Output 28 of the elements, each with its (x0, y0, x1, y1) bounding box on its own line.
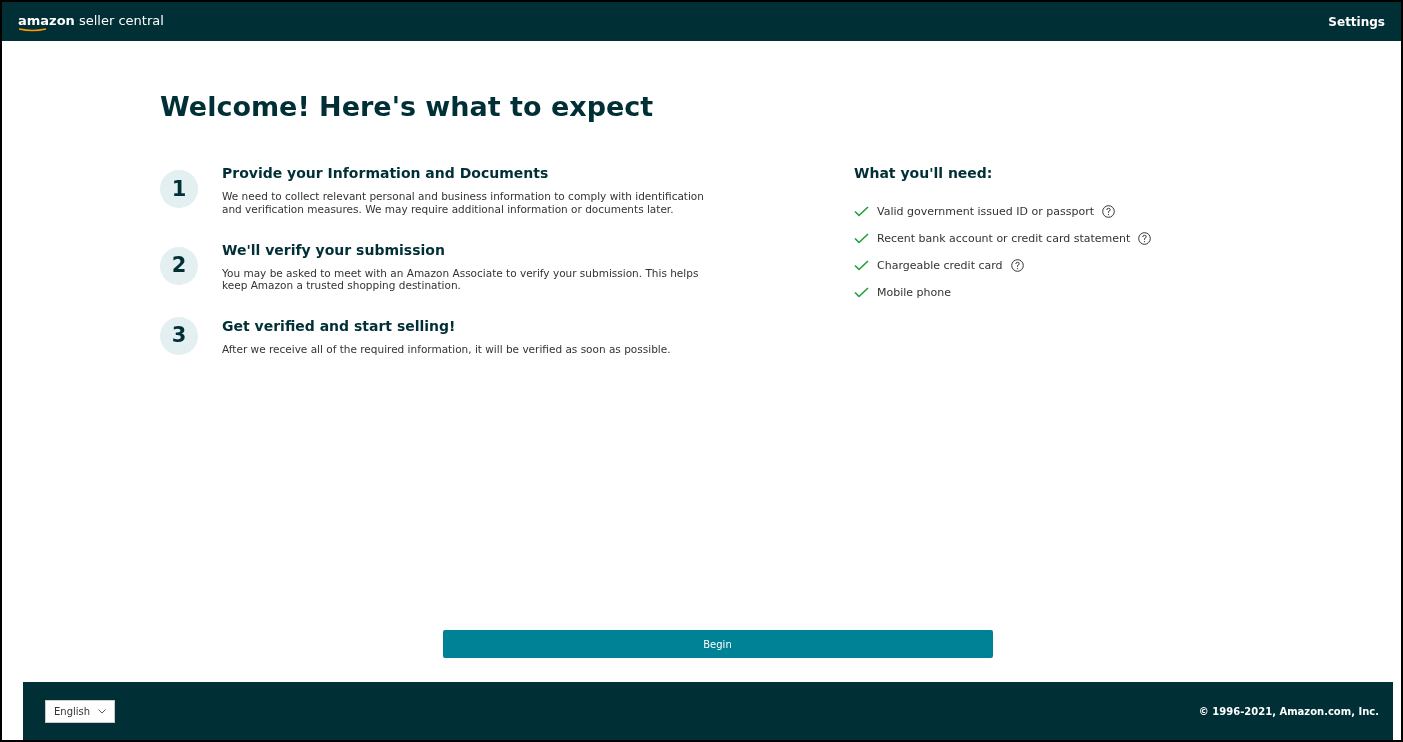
settings-link[interactable]: Settings (1328, 12, 1385, 31)
step-description: You may be asked to meet with an Amazon Associate to verify your submission. This helps keep Amazon a trusted shopping destination. (222, 266, 700, 292)
help-icon[interactable] (1138, 232, 1152, 246)
checkmark-icon (854, 233, 869, 245)
help-icon[interactable] (1010, 259, 1024, 273)
requirement-text: Mobile phone (877, 284, 951, 301)
caret-icon (98, 708, 107, 714)
language-select[interactable]: English (45, 699, 116, 723)
help-icon[interactable] (1102, 205, 1115, 219)
checkmark-icon (854, 260, 869, 272)
page-title: Welcome! Here's what to expect (160, 91, 655, 124)
begin-button[interactable]: Begin (442, 630, 993, 658)
requirement-text: Recent bank account or credit card statement (877, 230, 1131, 247)
copyright-text: © 1996-2021, Amazon.com, Inc. (1198, 704, 1379, 719)
requirement-text: Valid government issued ID or passport (877, 203, 1094, 220)
step-description: After we receive all of the required information, it will be verified as soon as possible. (222, 342, 672, 356)
section-heading: What you'll need: (854, 164, 994, 184)
step-number: 2 (160, 246, 198, 285)
checkmark-icon (854, 287, 869, 299)
step-heading: We'll verify your submission (222, 240, 446, 260)
step-heading: Provide your Information and Documents (222, 164, 550, 184)
logo[interactable]: amazon seller central (18, 11, 164, 32)
step-number: 3 (160, 316, 198, 355)
checkmark-icon (854, 206, 869, 218)
step-number: 1 (160, 170, 198, 209)
requirement-text: Chargeable credit card (877, 257, 1003, 274)
step-heading: Get verified and start selling! (222, 316, 457, 336)
step-description: We need to collect relevant personal and business information to comply with identification and verification measures. We may require additional information or documents later. (222, 190, 705, 216)
